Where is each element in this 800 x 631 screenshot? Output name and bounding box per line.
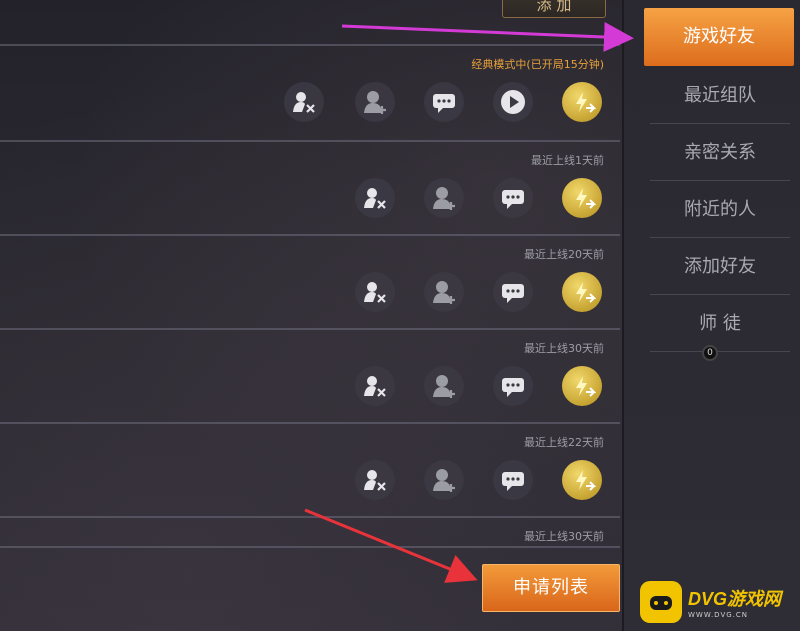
friend-status: 最近上线20天前 [524,248,604,261]
friend-status: 最近上线30天前 [524,342,604,355]
chat-bubble-icon[interactable] [424,82,464,122]
watermark-url: WWW.DVG.CN [688,610,749,619]
chat-bubble-icon[interactable] [493,178,533,218]
friend-row[interactable]: 最近上线22天前 [0,422,620,514]
play-icon[interactable] [493,82,533,122]
add-friend-icon[interactable] [424,178,464,218]
tab-mentor[interactable]: 师 徒 [650,296,790,352]
tab-recent-team[interactable]: 最近组队 [650,68,790,124]
tab-nearby-people[interactable]: 附近的人 [650,182,790,238]
add-friend-icon[interactable] [424,460,464,500]
chat-bubble-icon[interactable] [493,272,533,312]
tab-game-friends[interactable]: 游戏好友 [644,8,794,66]
friend-row[interactable]: 最近上线30天前 [0,516,620,546]
add-friend-icon[interactable] [424,366,464,406]
remove-friend-icon[interactable] [355,460,395,500]
lightning-coin-icon[interactable] [562,272,602,312]
add-friend-icon[interactable] [424,272,464,312]
friend-category-sidebar: 游戏好友 最近组队 亲密关系 附近的人 添加好友 师 徒 [622,0,800,631]
friend-row[interactable]: 最近上线30天前 [0,328,620,420]
lightning-coin-icon[interactable] [562,366,602,406]
friend-row[interactable]: 经典模式中(已开局15分钟) [0,44,620,136]
friend-list-panel: 添 加 经典模式中(已开局15分钟) 最近上线1天前 最近上线20天前 最近上线… [0,0,622,631]
friend-status: 最近上线22天前 [524,436,604,449]
friend-row[interactable]: 最近上线20天前 [0,234,620,326]
apply-list-button[interactable]: 申请列表 [482,564,620,612]
friend-status: 最近上线1天前 [531,154,604,167]
remove-friend-icon[interactable] [355,366,395,406]
lightning-coin-icon[interactable] [562,178,602,218]
watermark: DVG游戏网 WWW.DVG.CN [640,572,800,631]
friend-status: 经典模式中(已开局15分钟) [471,58,604,71]
add-button[interactable]: 添 加 [502,0,606,18]
watermark-brand: DVG游戏网 [688,588,782,609]
remove-friend-icon[interactable] [284,82,324,122]
mentor-badge: 0 [702,345,718,361]
list-divider [0,546,620,548]
tab-add-friend[interactable]: 添加好友 [650,239,790,295]
remove-friend-icon[interactable] [355,272,395,312]
lightning-coin-icon[interactable] [562,460,602,500]
chat-bubble-icon[interactable] [493,460,533,500]
add-friend-icon[interactable] [355,82,395,122]
remove-friend-icon[interactable] [355,178,395,218]
gamepad-logo-icon [640,580,682,623]
friend-row[interactable]: 最近上线1天前 [0,140,620,232]
friend-status: 最近上线30天前 [524,530,604,543]
chat-bubble-icon[interactable] [493,366,533,406]
tab-intimate-relations[interactable]: 亲密关系 [650,125,790,181]
lightning-coin-icon[interactable] [562,82,602,122]
